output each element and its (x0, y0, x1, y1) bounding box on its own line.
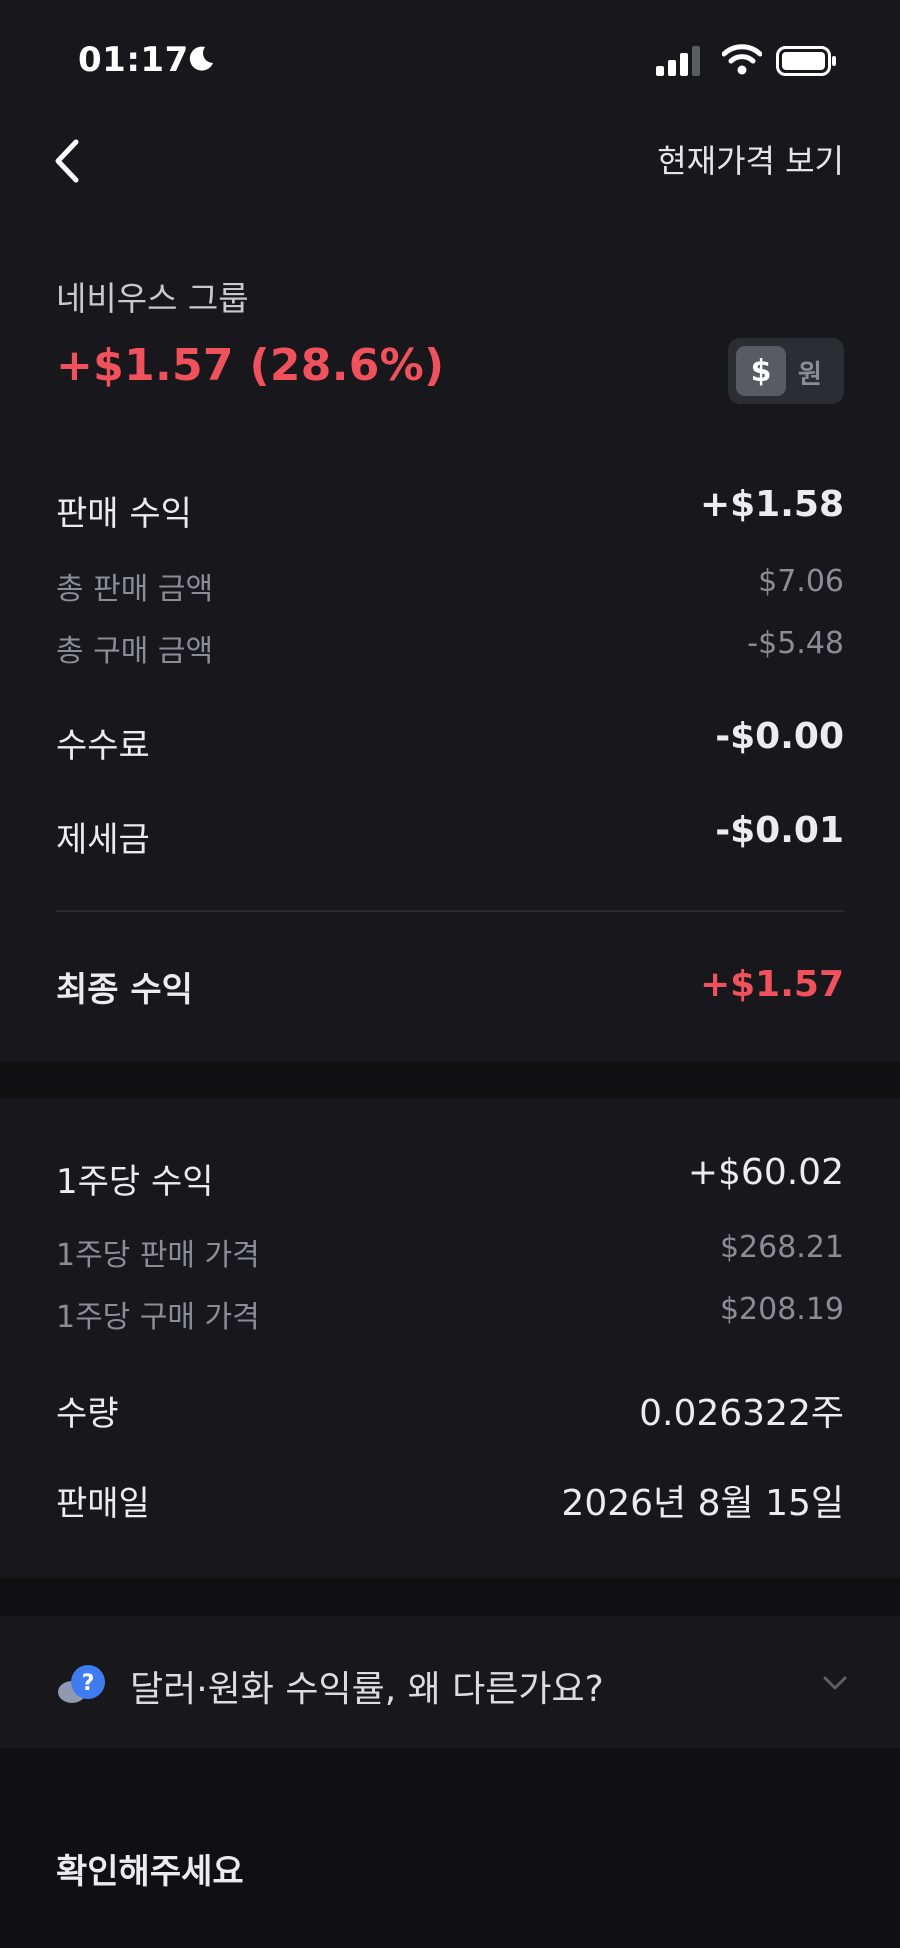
quantity-label: 수량 (56, 1394, 119, 1434)
quantity-value: 0.026322주 (639, 1393, 844, 1434)
sale-profit-label: 판매 수익 (56, 494, 192, 534)
svg-text:?: ? (82, 1671, 95, 1696)
total-buy-value: -$5.48 (747, 626, 844, 661)
back-icon[interactable] (52, 138, 84, 184)
status-bar: 01:17 (0, 0, 900, 120)
total-sale-value: $7.06 (758, 564, 844, 599)
status-time: 01:17 (78, 40, 189, 80)
wifi-icon (722, 44, 762, 75)
stock-name: 네비우스 그룹 (56, 279, 249, 318)
moon-icon (189, 46, 213, 71)
question-bubble-icon: ? (58, 1665, 105, 1703)
final-profit-label: 최종 수익 (56, 970, 193, 1010)
total-buy-label: 총 구매 금액 (56, 634, 214, 669)
fee-value: -$0.00 (715, 716, 844, 757)
view-current-price-button[interactable]: 현재가격 보기 (657, 136, 844, 182)
sale-profit-value: +$1.58 (699, 484, 844, 525)
final-profit-value: +$1.57 (699, 964, 844, 1005)
divider (56, 910, 844, 912)
battery-icon (776, 46, 836, 76)
fee-label: 수수료 (56, 726, 150, 766)
tax-value: -$0.01 (715, 810, 844, 851)
currency-toggle[interactable]: $ 원 (728, 338, 844, 404)
stock-profit-summary: +$1.57 (28.6%) (56, 340, 445, 391)
per-share-sale-price-value: $268.21 (719, 1230, 844, 1265)
chevron-down-icon[interactable] (822, 1672, 848, 1694)
toggle-won-option[interactable]: 원 (798, 354, 822, 391)
per-share-sale-price-label: 1주당 판매 가격 (56, 1238, 260, 1273)
total-sale-label: 총 판매 금액 (56, 572, 214, 607)
toggle-dollar-option[interactable]: $ (736, 346, 786, 396)
confirm-title: 확인해주세요 (56, 1852, 244, 1892)
sale-date-label: 판매일 (56, 1484, 150, 1524)
per-share-profit-label: 1주당 수익 (56, 1162, 214, 1202)
per-share-profit-value: +$60.02 (687, 1152, 844, 1193)
per-share-buy-price-label: 1주당 구매 가격 (56, 1300, 260, 1335)
faq-question[interactable]: 달러·원화 수익률, 왜 다른가요? (130, 1660, 604, 1712)
per-share-buy-price-value: $208.19 (719, 1292, 844, 1327)
sale-date-value: 2026년 8월 15일 (561, 1483, 844, 1524)
tax-label: 제세금 (56, 820, 150, 860)
cellular-signal-icon (656, 46, 700, 76)
